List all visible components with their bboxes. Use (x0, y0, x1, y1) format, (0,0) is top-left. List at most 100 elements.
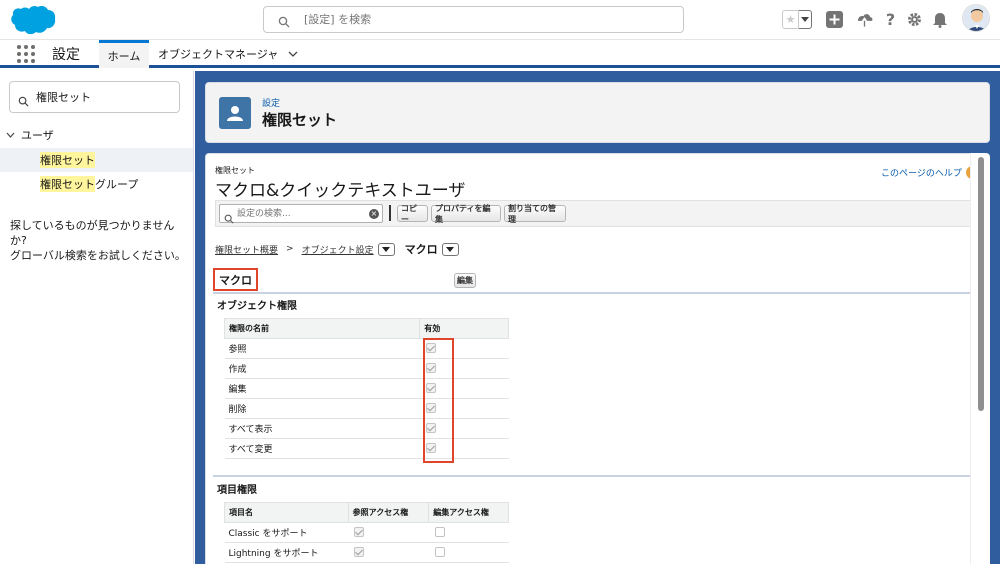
quick-find-input[interactable] (36, 89, 176, 105)
sidebar-item-permission-set-groups[interactable]: 権限セット グループ (0, 172, 193, 196)
page-header: 設定 権限セット (205, 82, 990, 143)
app-launcher-dot (17, 52, 21, 56)
permission-name: すべて表示 (224, 418, 420, 439)
table-header-row: 項目名 参照アクセス権 編集アクセス権 (224, 502, 509, 523)
help-button[interactable]: ? (882, 10, 899, 29)
breadcrumb-object-settings[interactable]: オブジェクト設定 (302, 243, 374, 256)
app-launcher-dot (24, 52, 28, 56)
favorites-button[interactable]: ★ (782, 10, 799, 29)
table-row: 作成 (224, 358, 509, 379)
app-launcher-dot (31, 52, 35, 56)
search-icon (224, 209, 234, 228)
permission-name: 参照 (224, 338, 420, 359)
help-text-line: 探しているものが見つかりませんか? (10, 219, 175, 247)
tree-group-users[interactable]: ユーザ (6, 127, 54, 143)
table-row: Classic をサポート (224, 522, 509, 543)
checkbox (434, 527, 445, 538)
table-row: 編集 (224, 378, 509, 399)
read-access-cell (348, 522, 429, 543)
global-search-input[interactable] (304, 10, 664, 29)
chevron-down-icon (446, 246, 455, 252)
app-launcher-button[interactable] (17, 45, 35, 63)
settings-search-input[interactable] (237, 207, 365, 220)
quick-find-box[interactable] (9, 81, 180, 113)
global-search-box[interactable] (263, 6, 684, 33)
chevron-down-icon[interactable] (288, 51, 298, 57)
field-permissions-heading: 項目権限 (217, 485, 257, 496)
section-title: マクロ (213, 268, 258, 291)
edit-button[interactable]: 編集 (454, 273, 476, 288)
object-permissions-heading: オブジェクト権限 (217, 301, 297, 312)
object-settings-dropdown[interactable] (377, 242, 395, 256)
record-type-label: 権限セット (215, 166, 255, 175)
edit-properties-button[interactable]: プロパティを編集 (431, 204, 501, 224)
global-actions-button[interactable] (826, 11, 843, 28)
favorites-dropdown-button[interactable] (799, 10, 812, 29)
permission-name: 作成 (224, 358, 420, 379)
toolbar-divider (389, 205, 391, 221)
sidebar-help-text: 探しているものが見つかりませんか? グローバル検索をお試しください。 (10, 218, 190, 263)
section-divider (213, 292, 971, 294)
table-row: 参照 (224, 338, 509, 359)
table-row: すべて表示 (224, 418, 509, 439)
app-launcher-dot (24, 45, 28, 49)
app-name: 設定 (52, 47, 80, 63)
tree-group-label: ユーザ (21, 129, 54, 142)
column-header: 参照アクセス権 (347, 502, 430, 523)
table-row: すべて変更 (224, 438, 509, 459)
scrollbar[interactable] (970, 153, 990, 564)
scrollbar-thumb[interactable] (978, 157, 984, 411)
annotation-highlight-box (423, 338, 454, 463)
copy-button[interactable]: コピー (397, 204, 428, 224)
field-name: Classic をサポート (224, 522, 349, 543)
read-access-cell (348, 542, 429, 563)
tab-object-manager-label: オブジェクトマネージャ (158, 48, 279, 61)
user-icon (219, 97, 251, 129)
search-highlight: 権限セット (40, 176, 95, 192)
setup-button[interactable] (906, 11, 923, 28)
favorites-group: ★ (782, 10, 812, 29)
breadcrumb-separator: > (286, 244, 294, 254)
settings-search-box[interactable]: × (219, 204, 383, 224)
permission-name: 削除 (224, 398, 420, 419)
field-permissions-table: 項目名 参照アクセス権 編集アクセス権 Classic をサポート Lightn… (224, 502, 509, 563)
breadcrumb-permission-set-overview[interactable]: 権限セット概要 (215, 243, 278, 256)
help-icon: ? (885, 10, 896, 29)
page-title: 権限セット (262, 111, 338, 129)
page-header-label: 設定 (262, 99, 281, 109)
clear-icon[interactable]: × (369, 209, 379, 219)
global-header: ★ ? (0, 0, 1000, 40)
app-launcher-dot (17, 45, 21, 49)
chevron-down-icon (6, 132, 15, 138)
chevron-down-icon (382, 246, 391, 252)
tab-home[interactable]: ホーム (99, 40, 149, 68)
bell-icon (932, 13, 947, 28)
breadcrumb-current: マクロ (404, 243, 438, 256)
gear-icon (908, 13, 921, 26)
manage-assignments-button[interactable]: 割り当ての管理 (504, 204, 566, 224)
app-launcher-dot (31, 59, 35, 63)
checkbox (434, 547, 445, 558)
trailhead-button[interactable] (856, 11, 873, 28)
field-name: Lightning をサポート (224, 542, 349, 563)
section-divider (213, 475, 971, 477)
search-highlight: 権限セット (40, 152, 95, 168)
chevron-down-icon (801, 16, 809, 22)
help-link-label: このページのヘルプ (881, 169, 962, 179)
salesforce-logo[interactable] (10, 4, 56, 36)
search-icon (278, 13, 290, 32)
toolbar: × コピー プロパティを編集 割り当ての管理 (215, 200, 973, 227)
sidebar-item-permission-sets[interactable]: 権限セット (0, 148, 193, 172)
notifications-button[interactable] (931, 11, 948, 28)
tab-object-manager[interactable]: オブジェクトマネージャ (158, 40, 304, 68)
object-dropdown[interactable] (441, 242, 459, 256)
checkbox (354, 547, 365, 558)
checkbox (354, 527, 365, 538)
app-launcher-dot (17, 59, 21, 63)
breadcrumb: 権限セット概要 > オブジェクト設定 マクロ (215, 241, 459, 257)
object-permissions-table: 権限の名前 有効 参照 作成 編集 削除 すべて表示 すべて変更 (223, 318, 509, 459)
help-link[interactable]: このページのヘルプ ? (881, 166, 979, 179)
column-header: 編集アクセス権 (428, 502, 509, 523)
user-avatar[interactable] (962, 4, 990, 32)
app-nav-bar: 設定 ホーム オブジェクトマネージャ (0, 40, 1000, 68)
